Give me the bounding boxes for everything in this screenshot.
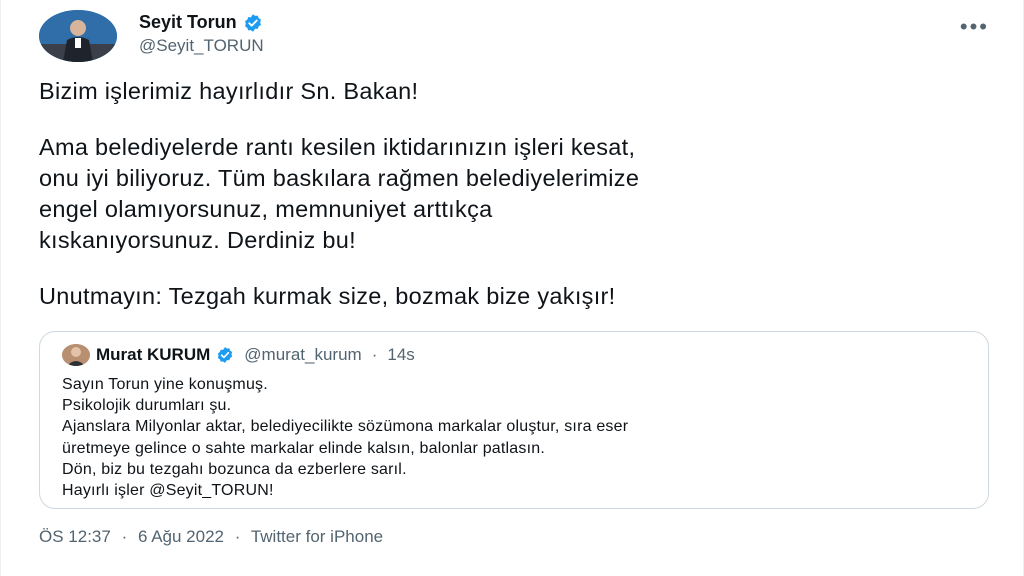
- tweet-line: engel olamıyorsunuz, memnuniyet arttıkça: [39, 196, 493, 222]
- tweet-header: Seyit Torun @Seyit_TORUN •••: [39, 10, 989, 66]
- tweet-line: onu iyi biliyoruz. Tüm baskılara rağmen …: [39, 165, 640, 191]
- quoted-author-avatar: [62, 344, 90, 366]
- quoted-tweet-header: Murat KURUM @murat_kurum · 14s: [62, 342, 966, 368]
- tweet-time: ÖS 12:37: [39, 527, 111, 546]
- quoted-author-name: Murat KURUM: [96, 345, 211, 364]
- tweet-line: kıskanıyorsunuz. Derdiniz bu!: [39, 227, 356, 253]
- author-handle[interactable]: @Seyit_TORUN: [139, 36, 264, 56]
- author-name-row: Seyit Torun: [139, 12, 263, 33]
- tweet-text: Bizim işlerimiz hayırlıdır Sn. Bakan! Am…: [39, 76, 989, 312]
- meta-separator: ·: [371, 345, 378, 364]
- verified-badge-icon: [243, 13, 263, 33]
- author-avatar[interactable]: [39, 10, 117, 62]
- tweet-date: 6 Ağu 2022: [137, 527, 224, 546]
- tweet-paragraph: Ama belediyelerde rantı kesilen iktidarı…: [39, 132, 989, 256]
- quoted-tweet-card[interactable]: Murat KURUM @murat_kurum · 14s Sayın Tor…: [39, 331, 989, 509]
- author-name[interactable]: Seyit Torun: [139, 12, 237, 33]
- tweet-footer: ÖS 12:37 · 6 Ağu 2022 · Twitter for iPho…: [39, 527, 383, 547]
- quoted-tweet-line: Ajanslara Milyonlar aktar, belediyecilik…: [62, 418, 629, 436]
- tweet-line: Ama belediyelerde rantı kesilen iktidarı…: [39, 134, 636, 160]
- more-options-icon[interactable]: •••: [960, 14, 989, 40]
- quoted-tweet-line: Hayırlı işler @Seyit_TORUN!: [62, 482, 274, 500]
- quoted-tweet-line: Sayın Torun yine konuşmuş.: [62, 376, 268, 393]
- tweet-page: Seyit Torun @Seyit_TORUN ••• Bizim işler…: [0, 0, 1024, 576]
- quoted-tweet-line: Psikolojik durumları şu.: [62, 397, 232, 415]
- meta-separator: ·: [121, 527, 128, 546]
- quoted-tweet-time: 14s: [387, 345, 415, 364]
- verified-badge-icon: [216, 346, 234, 364]
- quoted-author-handle: @murat_kurum: [244, 345, 362, 364]
- tweet-paragraph: Unutmayın: Tezgah kurmak size, bozmak bi…: [39, 281, 989, 312]
- tweet-line: Unutmayın: Tezgah kurmak size, bozmak bi…: [39, 283, 616, 309]
- tweet-line: Bizim işlerimiz hayırlıdır Sn. Bakan!: [39, 78, 419, 104]
- quoted-tweet-text: Sayın Torun yine konuşmuş. Psikolojik du…: [62, 374, 966, 501]
- quoted-tweet-line: Dön, biz bu tezgahı bozunca da ezberlere…: [62, 460, 407, 478]
- tweet-source[interactable]: Twitter for iPhone: [251, 527, 383, 546]
- meta-separator: ·: [234, 527, 241, 546]
- tweet-timestamp[interactable]: ÖS 12:37 · 6 Ağu 2022: [39, 527, 229, 546]
- tweet-paragraph: Bizim işlerimiz hayırlıdır Sn. Bakan!: [39, 76, 989, 107]
- quoted-tweet-line: üretmeye gelince o sahte markalar elinde…: [62, 439, 545, 457]
